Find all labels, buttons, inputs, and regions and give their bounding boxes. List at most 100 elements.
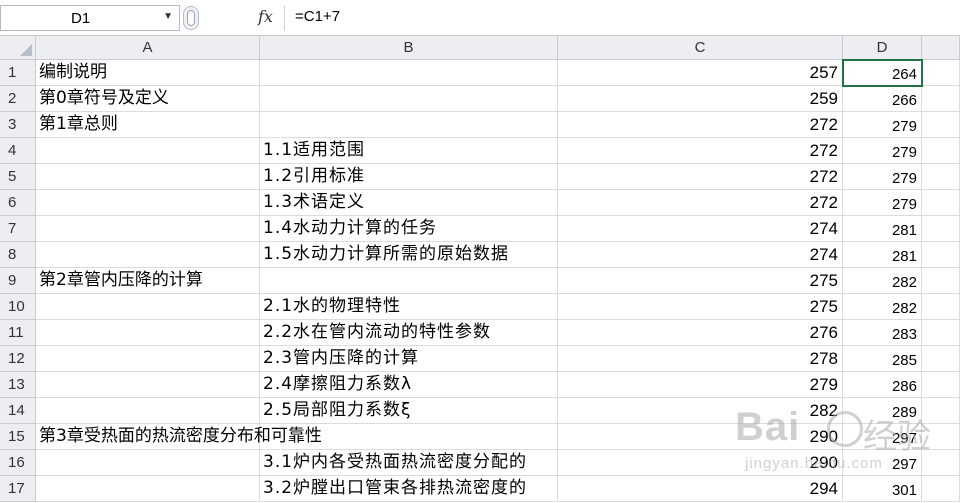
cell-a[interactable]: 第1章总则	[36, 112, 260, 138]
cell-b[interactable]	[260, 268, 558, 294]
formula-input[interactable]: =C1+7	[284, 5, 960, 31]
cell-e[interactable]	[922, 190, 960, 216]
select-all-corner[interactable]	[0, 36, 36, 60]
cell-b[interactable]: 3.1炉内各受热面热流密度分配的	[260, 450, 558, 476]
cell-c[interactable]: 272	[558, 138, 843, 164]
row-header[interactable]: 9	[0, 268, 36, 294]
cell-d[interactable]: 286	[843, 372, 922, 398]
cell-e[interactable]	[922, 320, 960, 346]
row-header[interactable]: 10	[0, 294, 36, 320]
cell-a[interactable]	[36, 138, 260, 164]
row-header[interactable]: 14	[0, 398, 36, 424]
cell-b[interactable]: 1.5水动力计算所需的原始数据	[260, 242, 558, 268]
row-header[interactable]: 7	[0, 216, 36, 242]
cell-e[interactable]	[922, 138, 960, 164]
row-header[interactable]: 11	[0, 320, 36, 346]
cell-a[interactable]	[36, 398, 260, 424]
row-header[interactable]: 1	[0, 60, 36, 86]
cell-b[interactable]	[260, 112, 558, 138]
cell-c[interactable]: 259	[558, 86, 843, 112]
cell-e[interactable]	[922, 294, 960, 320]
cell-b[interactable]: 2.5局部阻力系数ξ	[260, 398, 558, 424]
cell-e[interactable]	[922, 372, 960, 398]
cell-b[interactable]: 1.4水动力计算的任务	[260, 216, 558, 242]
row-header[interactable]: 3	[0, 112, 36, 138]
cell-b[interactable]: 2.3管内压降的计算	[260, 346, 558, 372]
cell-e[interactable]	[922, 242, 960, 268]
cell-a[interactable]	[36, 476, 260, 502]
column-header[interactable]	[922, 36, 960, 60]
cell-c[interactable]: 257	[558, 60, 843, 86]
cell-e[interactable]	[922, 164, 960, 190]
cell-e[interactable]	[922, 86, 960, 112]
cell-b[interactable]: 2.2水在管内流动的特性参数	[260, 320, 558, 346]
row-header[interactable]: 12	[0, 346, 36, 372]
cell-d[interactable]: 279	[843, 112, 922, 138]
cell-c[interactable]: 279	[558, 372, 843, 398]
cell-d[interactable]: 281	[843, 216, 922, 242]
row-header[interactable]: 16	[0, 450, 36, 476]
cell-a[interactable]	[36, 294, 260, 320]
cell-c[interactable]: 272	[558, 112, 843, 138]
cell-b[interactable]: 1.2引用标准	[260, 164, 558, 190]
column-header[interactable]: D	[843, 36, 922, 60]
cell-b[interactable]	[260, 424, 558, 450]
column-header[interactable]: A	[36, 36, 260, 60]
cell-d[interactable]: 279	[843, 138, 922, 164]
row-header[interactable]: 4	[0, 138, 36, 164]
cell-d[interactable]: 285	[843, 346, 922, 372]
column-header[interactable]: C	[558, 36, 843, 60]
row-header[interactable]: 17	[0, 476, 36, 502]
cell-a[interactable]	[36, 216, 260, 242]
cell-c[interactable]: 276	[558, 320, 843, 346]
cell-a[interactable]	[36, 242, 260, 268]
cell-e[interactable]	[922, 346, 960, 372]
cell-e[interactable]	[922, 60, 960, 86]
cell-a[interactable]: 第3章受热面的热流密度分布和可靠性	[36, 424, 322, 450]
row-header[interactable]: 2	[0, 86, 36, 112]
cell-b[interactable]: 2.1水的物理特性	[260, 294, 558, 320]
cell-d[interactable]: 264	[842, 59, 923, 87]
cell-a[interactable]: 第2章管内压降的计算	[36, 268, 260, 294]
cell-a[interactable]	[36, 164, 260, 190]
row-header[interactable]: 8	[0, 242, 36, 268]
cell-b[interactable]: 1.1适用范围	[260, 138, 558, 164]
cell-b[interactable]: 1.3术语定义	[260, 190, 558, 216]
row-header[interactable]: 13	[0, 372, 36, 398]
insert-function-icon[interactable]: fx	[258, 7, 273, 26]
name-box[interactable]: D1 ▼	[0, 5, 180, 31]
cell-b[interactable]: 2.4摩擦阻力系数λ	[260, 372, 558, 398]
cell-c[interactable]: 275	[558, 268, 843, 294]
cell-a[interactable]	[36, 450, 260, 476]
cell-c[interactable]: 272	[558, 190, 843, 216]
cell-c[interactable]: 278	[558, 346, 843, 372]
cell-e[interactable]	[922, 268, 960, 294]
cell-a[interactable]	[36, 320, 260, 346]
row-header[interactable]: 15	[0, 424, 36, 450]
cell-a[interactable]	[36, 346, 260, 372]
row-header[interactable]: 5	[0, 164, 36, 190]
cell-a[interactable]	[36, 372, 260, 398]
cell-e[interactable]	[922, 112, 960, 138]
cell-d[interactable]: 283	[843, 320, 922, 346]
cell-d[interactable]: 282	[843, 294, 922, 320]
cell-e[interactable]	[922, 216, 960, 242]
cell-c[interactable]: 272	[558, 164, 843, 190]
cell-d[interactable]: 266	[843, 86, 922, 112]
cell-d[interactable]: 279	[843, 190, 922, 216]
column-header[interactable]: B	[260, 36, 558, 60]
cell-b[interactable]	[260, 60, 558, 86]
cell-d[interactable]: 282	[843, 268, 922, 294]
formula-bar-resize-handle[interactable]	[183, 6, 199, 30]
cell-b[interactable]	[260, 86, 558, 112]
cell-d[interactable]: 281	[843, 242, 922, 268]
cell-c[interactable]: 274	[558, 242, 843, 268]
row-header[interactable]: 6	[0, 190, 36, 216]
chevron-down-icon[interactable]: ▼	[163, 11, 173, 22]
cell-d[interactable]: 279	[843, 164, 922, 190]
cell-b[interactable]: 3.2炉膛出口管束各排热流密度的	[260, 476, 558, 502]
cell-a[interactable]	[36, 190, 260, 216]
cell-a[interactable]: 第0章符号及定义	[36, 86, 260, 112]
cell-c[interactable]: 274	[558, 216, 843, 242]
cell-a[interactable]: 编制说明	[36, 60, 260, 86]
